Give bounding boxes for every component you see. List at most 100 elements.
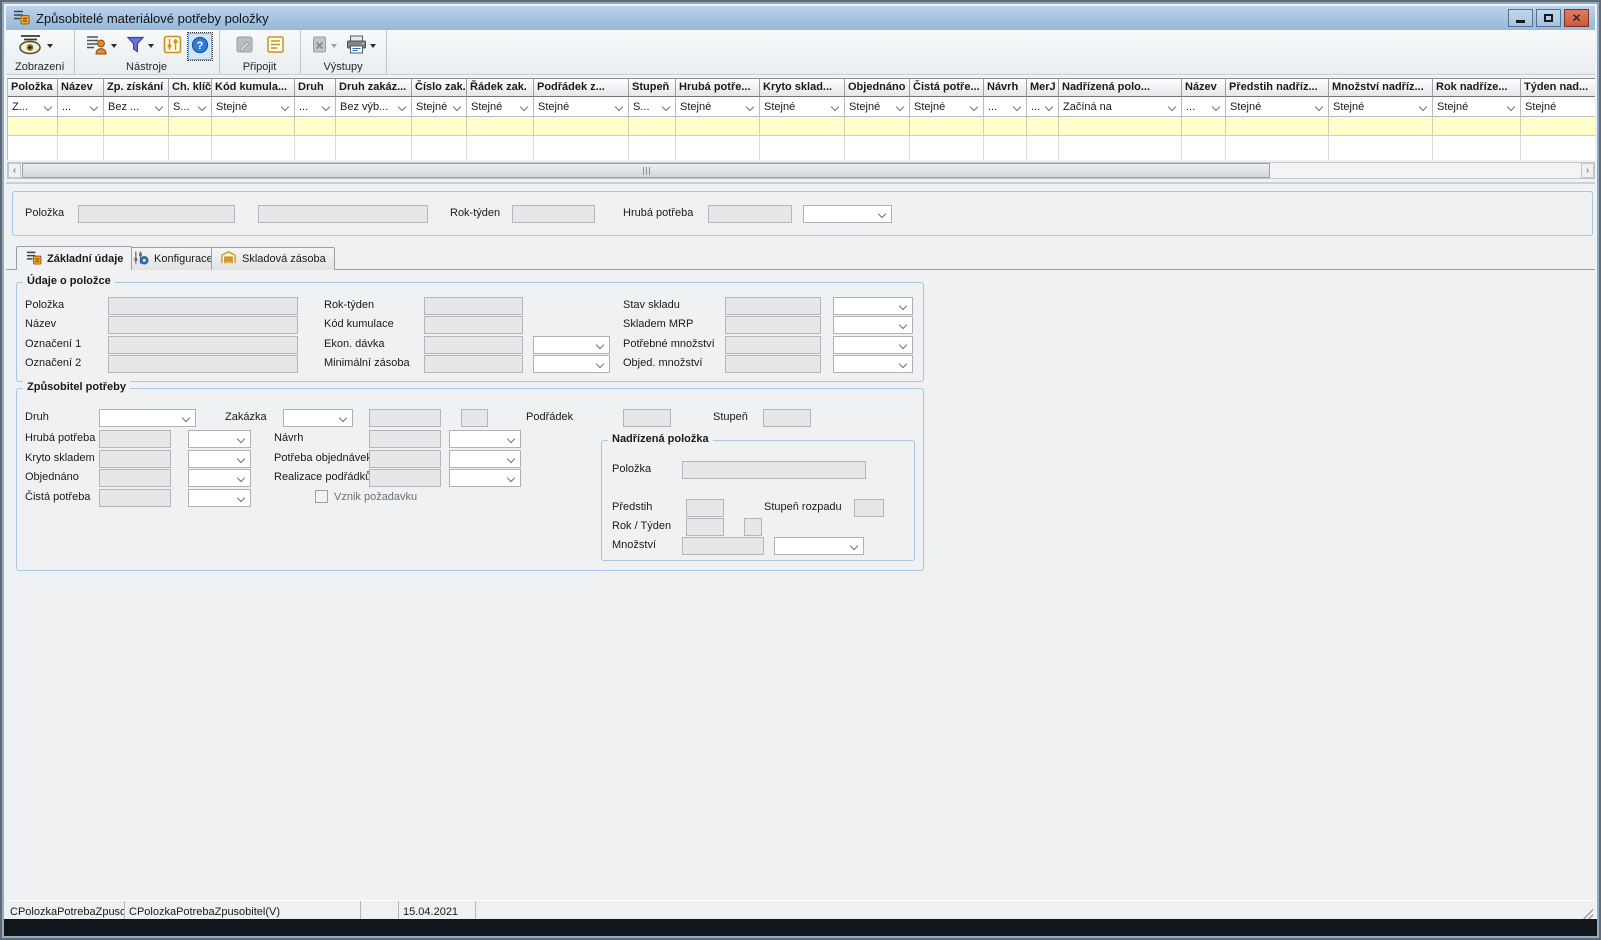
- grid-column-header[interactable]: Čistá potře...: [910, 79, 984, 97]
- grid-column-header[interactable]: Název: [1182, 79, 1226, 97]
- scrollbar-thumb[interactable]: [22, 163, 1270, 178]
- grid-column-header[interactable]: Objednáno: [845, 79, 910, 97]
- grid-filter-combo[interactable]: ...: [295, 97, 336, 117]
- hruba-potreba-unit-combo[interactable]: [803, 205, 892, 223]
- grid-column-header[interactable]: Stupeň: [629, 79, 676, 97]
- grid-column-header[interactable]: Předstih nadříz...: [1226, 79, 1329, 97]
- grid-filter-input-cell[interactable]: [412, 117, 467, 137]
- grid-column-header[interactable]: Řádek zak.: [467, 79, 534, 97]
- grid-filter-combo[interactable]: Začíná na: [1059, 97, 1182, 117]
- grid-filter-combo[interactable]: Stejné: [1226, 97, 1329, 117]
- grid-filter-input-cell[interactable]: [104, 117, 169, 137]
- help-button[interactable]: ?: [188, 33, 212, 60]
- grid-filter-combo[interactable]: Bez ...: [104, 97, 169, 117]
- grid-filter-combo[interactable]: Stejné: [760, 97, 845, 117]
- ekon-davka-unit-combo[interactable]: [533, 336, 610, 354]
- hruba-potreba-unit-combo[interactable]: [188, 430, 251, 448]
- grid-filter-input-cell[interactable]: [169, 117, 212, 137]
- settings-button[interactable]: [160, 32, 185, 60]
- grid-filter-input-cell[interactable]: [1433, 117, 1521, 137]
- grid-filter-input-cell[interactable]: [8, 117, 58, 137]
- grid-column-header[interactable]: Kód kumula...: [212, 79, 295, 97]
- checklist-button[interactable]: [264, 33, 287, 59]
- grid-column-header[interactable]: MerJ: [1027, 79, 1059, 97]
- grid-filter-combo[interactable]: Stejné: [845, 97, 910, 117]
- grid-column-header[interactable]: Položka: [8, 79, 58, 97]
- objednano-unit-combo[interactable]: [188, 469, 251, 487]
- grid-column-header[interactable]: Rok nadříze...: [1433, 79, 1521, 97]
- grid-filter-combo[interactable]: ...: [1182, 97, 1226, 117]
- grid-filter-combo[interactable]: ...: [58, 97, 104, 117]
- objed-mnozstvi-unit-combo[interactable]: [833, 355, 913, 373]
- navrh-unit-combo[interactable]: [449, 430, 521, 448]
- scroll-right-arrow-icon[interactable]: ›: [1581, 163, 1594, 178]
- grid-column-header[interactable]: Týden nad...: [1521, 79, 1595, 97]
- grid-filter-combo[interactable]: Stejné: [212, 97, 295, 117]
- potreba-objednavek-unit-combo[interactable]: [449, 450, 521, 468]
- stav-skladu-unit-combo[interactable]: [833, 297, 913, 315]
- grid-filter-combo[interactable]: Stejné: [412, 97, 467, 117]
- grid-filter-input-cell[interactable]: [760, 117, 845, 137]
- minimize-button[interactable]: [1508, 9, 1533, 27]
- grid-filter-combo[interactable]: Stejné: [676, 97, 760, 117]
- grid-column-header[interactable]: Návrh: [984, 79, 1027, 97]
- grid-filter-combo[interactable]: Z...: [8, 97, 58, 117]
- grid-filter-input-cell[interactable]: [1059, 117, 1182, 137]
- grid-filter-combo[interactable]: Stejné: [534, 97, 629, 117]
- min-zasoba-unit-combo[interactable]: [533, 355, 610, 373]
- user-list-button[interactable]: [82, 31, 120, 61]
- grid-filter-combo[interactable]: ...: [1027, 97, 1059, 117]
- grid-filter-input-cell[interactable]: [295, 117, 336, 137]
- grid-column-header[interactable]: Název: [58, 79, 104, 97]
- grid-filter-input-cell[interactable]: [1027, 117, 1059, 137]
- mnozstvi-unit-combo[interactable]: [774, 537, 864, 555]
- grid-filter-input-cell[interactable]: [1521, 117, 1595, 137]
- tab-skladova-zasoba[interactable]: Skladová zásoba: [211, 247, 335, 270]
- scroll-left-arrow-icon[interactable]: ‹: [8, 163, 21, 178]
- druh-combo[interactable]: [99, 409, 196, 427]
- view-dropdown-button[interactable]: [13, 31, 56, 61]
- grid-filter-input-cell[interactable]: [58, 117, 104, 137]
- horizontal-scrollbar[interactable]: ‹ ›: [7, 162, 1595, 179]
- grid-filter-input-cell[interactable]: [984, 117, 1027, 137]
- grid-column-header[interactable]: Druh: [295, 79, 336, 97]
- grid-filter-input-cell[interactable]: [845, 117, 910, 137]
- grid-column-header[interactable]: Druh zakáz...: [336, 79, 412, 97]
- grid-filter-input-cell[interactable]: [1329, 117, 1433, 137]
- grid-column-header[interactable]: Nadřízená polo...: [1059, 79, 1182, 97]
- grid-filter-combo[interactable]: Stejné: [467, 97, 534, 117]
- grid-column-header[interactable]: Podřádek z...: [534, 79, 629, 97]
- grid-filter-input-cell[interactable]: [676, 117, 760, 137]
- grid-filter-input-cell[interactable]: [629, 117, 676, 137]
- kryto-skladem-unit-combo[interactable]: [188, 450, 251, 468]
- grid-column-header[interactable]: Množství nadříz...: [1329, 79, 1433, 97]
- grid-filter-input-cell[interactable]: [910, 117, 984, 137]
- grid-filter-input-cell[interactable]: [212, 117, 295, 137]
- grid-column-header[interactable]: Kryto sklad...: [760, 79, 845, 97]
- grid-filter-combo[interactable]: ...: [984, 97, 1027, 117]
- tab-konfigurace[interactable]: Konfigurace: [123, 247, 222, 270]
- cista-potreba-unit-combo[interactable]: [188, 489, 251, 507]
- grid-filter-combo[interactable]: Bez výb...: [336, 97, 412, 117]
- grid-column-header[interactable]: Číslo zak.: [412, 79, 467, 97]
- maximize-button[interactable]: [1536, 9, 1561, 27]
- grid-filter-input-cell[interactable]: [336, 117, 412, 137]
- grid-filter-combo[interactable]: Stejné: [1433, 97, 1521, 117]
- grid-filter-combo[interactable]: S...: [169, 97, 212, 117]
- grid-filter-combo[interactable]: Stejné: [910, 97, 984, 117]
- grid-filter-combo[interactable]: Stejné: [1521, 97, 1595, 117]
- realizace-podradku-unit-combo[interactable]: [449, 469, 521, 487]
- filter-button[interactable]: [123, 32, 157, 60]
- zakazka-combo[interactable]: [283, 409, 353, 427]
- grid-column-header[interactable]: Ch. klíč: [169, 79, 212, 97]
- grid-filter-combo[interactable]: S...: [629, 97, 676, 117]
- grid-column-header[interactable]: Zp. získání: [104, 79, 169, 97]
- grid-filter-input-cell[interactable]: [1226, 117, 1329, 137]
- tab-zakladni-udaje[interactable]: Základní údaje: [16, 246, 132, 270]
- grid-filter-combo[interactable]: Stejné: [1329, 97, 1433, 117]
- grid-filter-input-cell[interactable]: [534, 117, 629, 137]
- grid-column-header[interactable]: Hrubá potře...: [676, 79, 760, 97]
- grid-filter-input-cell[interactable]: [1182, 117, 1226, 137]
- skladem-mrp-unit-combo[interactable]: [833, 316, 913, 334]
- grid-filter-input-cell[interactable]: [467, 117, 534, 137]
